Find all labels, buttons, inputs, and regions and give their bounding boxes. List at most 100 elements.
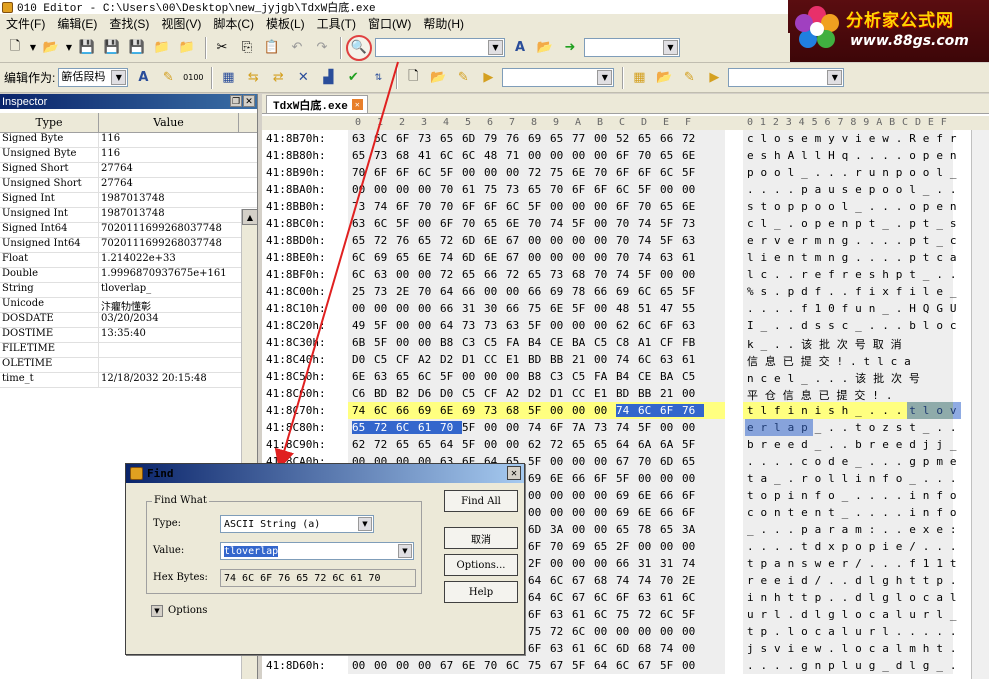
hex-byte[interactable]: 6E bbox=[550, 472, 572, 485]
hex-byte[interactable]: 00 bbox=[572, 523, 594, 536]
hex-byte[interactable]: 6E bbox=[638, 506, 660, 519]
hex-chars[interactable]: url.dlglocalurl_ bbox=[743, 606, 956, 623]
hex-bytes[interactable]: D0 C5 CF A2 D2 D1 CC E1 BD BB 21 00 74 6C 63 61 bbox=[348, 351, 725, 368]
hex-byte[interactable]: 70 bbox=[616, 234, 638, 247]
options-label[interactable]: Options bbox=[168, 605, 207, 616]
hex-byte[interactable]: D1 bbox=[462, 353, 484, 366]
hex-byte[interactable]: 65 bbox=[352, 149, 374, 162]
hex-byte[interactable]: 63 bbox=[352, 217, 374, 230]
inspector-row[interactable]: Float 1.214022e+33 bbox=[0, 253, 257, 268]
hex-byte[interactable]: 74 bbox=[550, 217, 572, 230]
hex-byte[interactable]: 5F bbox=[374, 336, 396, 349]
hex-byte[interactable]: 69 bbox=[572, 540, 594, 553]
open-folder-icon[interactable]: 📂 bbox=[40, 37, 62, 59]
hex-byte[interactable]: 63 bbox=[638, 591, 660, 604]
hex-byte[interactable]: 6E bbox=[506, 217, 528, 230]
inspector-value[interactable]: 116 bbox=[99, 148, 239, 162]
hex-byte[interactable]: 6C bbox=[506, 659, 528, 672]
hex-byte[interactable]: 66 bbox=[506, 302, 528, 315]
tools-icon[interactable]: ✕ bbox=[292, 67, 314, 89]
menu-item[interactable]: 帮助(H) bbox=[417, 15, 470, 32]
hex-byte[interactable]: 00 bbox=[418, 268, 440, 281]
hex-byte[interactable]: 00 bbox=[550, 506, 572, 519]
hex-row[interactable]: 41:8BF0h: 6C 63 00 00 72 65 66 72 65 73 68 70 74 5F 00 0… bbox=[262, 266, 989, 283]
hex-byte[interactable]: 00 bbox=[638, 540, 660, 553]
inspector-value[interactable]: tloverlap_ bbox=[99, 283, 239, 297]
dropdown-arrow-icon[interactable]: ▼ bbox=[65, 37, 73, 59]
hex-byte[interactable]: 6E bbox=[682, 200, 704, 213]
inspector-row[interactable]: Unsigned Int 1987013748 bbox=[0, 208, 257, 223]
file-tab[interactable]: TdxW白底.exe ✕ bbox=[266, 95, 368, 113]
goto-combo[interactable]: ▼ bbox=[584, 38, 680, 57]
undo-icon[interactable]: ↶ bbox=[286, 37, 308, 59]
inspector-row[interactable]: Signed Short 27764 bbox=[0, 163, 257, 178]
hex-byte[interactable]: 00 bbox=[594, 200, 616, 213]
hex-byte[interactable]: 5F bbox=[572, 659, 594, 672]
hex-byte[interactable]: 67 bbox=[638, 659, 660, 672]
hex-byte[interactable]: 6F bbox=[616, 200, 638, 213]
hex-byte[interactable]: 70 bbox=[638, 455, 660, 468]
hex-byte[interactable]: 6D bbox=[660, 455, 682, 468]
hex-byte[interactable]: 6F bbox=[484, 200, 506, 213]
hex-chars[interactable]: ervermng....pt_c bbox=[743, 232, 956, 249]
hex-byte[interactable]: 00 bbox=[506, 438, 528, 451]
hex-byte[interactable]: 00 bbox=[396, 302, 418, 315]
hex-byte[interactable]: 00 bbox=[550, 234, 572, 247]
hex-byte[interactable]: 00 bbox=[506, 166, 528, 179]
hex-byte[interactable]: 66 bbox=[440, 302, 462, 315]
hex-byte[interactable]: 6F bbox=[374, 166, 396, 179]
hex-byte[interactable]: 31 bbox=[638, 557, 660, 570]
hex-byte[interactable]: 00 bbox=[484, 166, 506, 179]
hex-byte[interactable]: 75 bbox=[550, 166, 572, 179]
hex-byte[interactable]: 70 bbox=[440, 200, 462, 213]
hex-byte[interactable]: 74 bbox=[616, 421, 638, 434]
hex-byte[interactable]: 62 bbox=[352, 438, 374, 451]
inspector-value[interactable]: 7020111699268037748 bbox=[99, 223, 239, 237]
hex-byte[interactable]: 6D bbox=[462, 251, 484, 264]
hex-byte[interactable]: 72 bbox=[374, 438, 396, 451]
hex-byte[interactable]: 6B bbox=[352, 336, 374, 349]
hex-byte[interactable]: 73 bbox=[418, 132, 440, 145]
hex-byte[interactable]: 70 bbox=[616, 217, 638, 230]
hex-byte[interactable]: 75 bbox=[528, 625, 550, 638]
hex-byte[interactable]: 66 bbox=[396, 404, 418, 417]
hex-byte[interactable]: 6F bbox=[396, 166, 418, 179]
hex-byte[interactable]: 68 bbox=[396, 149, 418, 162]
hex-byte[interactable]: 00 bbox=[682, 625, 704, 638]
hex-byte[interactable]: 6F bbox=[616, 166, 638, 179]
hex-bytes[interactable]: 49 5F 00 00 64 73 73 63 5F 00 00 00 62 6C 6F 63 bbox=[348, 317, 725, 334]
hex-byte[interactable]: 66 bbox=[660, 489, 682, 502]
hex-byte[interactable]: 5F bbox=[682, 166, 704, 179]
hex-byte[interactable]: 65 bbox=[396, 251, 418, 264]
hex-byte[interactable]: 64 bbox=[528, 574, 550, 587]
script-combo[interactable]: ▼ bbox=[502, 68, 615, 87]
inspector-value[interactable]: 27764 bbox=[99, 178, 239, 192]
hex-byte[interactable]: 76 bbox=[396, 234, 418, 247]
chevron-down-icon[interactable]: ▼ bbox=[597, 70, 613, 85]
hex-byte[interactable]: 48 bbox=[616, 302, 638, 315]
hex-byte[interactable]: 74 bbox=[638, 574, 660, 587]
hex-row[interactable]: 41:8B70h: 63 6C 6F 73 65 6D 79 76 69 65 77 00 52 65 66 7… bbox=[262, 130, 989, 147]
hex-byte[interactable]: 00 bbox=[352, 302, 374, 315]
hex-byte[interactable]: D0 bbox=[352, 353, 374, 366]
hex-byte[interactable]: 00 bbox=[616, 625, 638, 638]
hex-chars[interactable]: ....code_...gpme bbox=[743, 453, 956, 470]
hex-byte[interactable]: 65 bbox=[638, 132, 660, 145]
hex-byte[interactable]: 00 bbox=[528, 251, 550, 264]
script-open-icon[interactable]: 📂 bbox=[427, 67, 449, 89]
hex-byte[interactable]: 6A bbox=[638, 438, 660, 451]
hex-byte[interactable]: 00 bbox=[572, 489, 594, 502]
hex-byte[interactable]: 00 bbox=[660, 540, 682, 553]
hex-byte[interactable]: 70 bbox=[484, 659, 506, 672]
hex-byte[interactable]: 6E bbox=[682, 149, 704, 162]
hex-byte[interactable]: 61 bbox=[418, 421, 440, 434]
hex-bytes[interactable]: 74 6C 66 69 6E 69 73 68 5F 00 00 00 74 6C 6F 76 bbox=[348, 402, 725, 419]
inspector-value[interactable]: 12/18/2032 20:15:48 bbox=[99, 373, 239, 387]
hex-byte[interactable]: 6C bbox=[440, 149, 462, 162]
hex-bytes[interactable]: 65 73 68 41 6C 6C 48 71 00 00 00 00 6F 70 65 6E bbox=[348, 147, 725, 164]
hex-byte[interactable]: 00 bbox=[418, 217, 440, 230]
hex-row[interactable]: 41:8C50h: 6E 63 65 6C 5F 00 00 00 B8 C3 C5 FA B4 CE BA C… bbox=[262, 368, 989, 385]
inspector-value[interactable]: 1987013748 bbox=[99, 208, 239, 222]
hex-byte[interactable]: 6F bbox=[550, 421, 572, 434]
hex-byte[interactable]: 72 bbox=[506, 268, 528, 281]
